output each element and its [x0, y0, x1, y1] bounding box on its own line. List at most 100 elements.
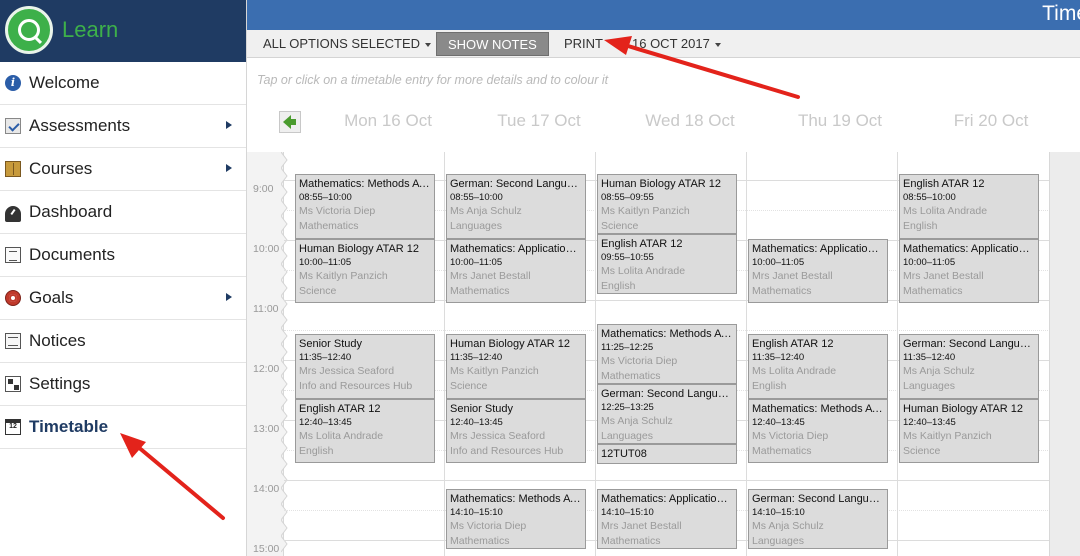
timetable-entry[interactable]: English ATAR 12 08:55–10:00 Ms Lolita An…	[899, 174, 1039, 239]
entry-department: English	[601, 280, 636, 292]
entry-department: Mathematics	[450, 535, 510, 547]
timetable-entry[interactable]: 12TUT08	[597, 444, 737, 464]
entry-teacher: Ms Victoria Diep	[601, 355, 678, 367]
options-dropdown[interactable]: ALL OPTIONS SELECTED	[263, 30, 432, 58]
timetable-entry[interactable]: German: Second Language ATAR 12 08:55–10…	[446, 174, 586, 239]
entry-department: English	[752, 380, 787, 392]
timetable-entry[interactable]: Mathematics: Applications ATAR 12 14:10–…	[597, 489, 737, 549]
sidebar-item-assessments[interactable]: Assessments	[0, 105, 246, 148]
entry-title: German: Second Language ATAR 12	[450, 178, 582, 190]
timetable-entry[interactable]: German: Second Language ATAR 12 11:35–12…	[899, 334, 1039, 399]
entry-title: English ATAR 12	[601, 238, 683, 250]
timetable-entry[interactable]: Human Biology ATAR 12 08:55–09:55 Ms Kai…	[597, 174, 737, 234]
timetable-entry[interactable]: Senior Study 11:35–12:40 Mrs Jessica Sea…	[295, 334, 435, 399]
timetable-entry[interactable]: German: Second Language ATAR 12 14:10–15…	[748, 489, 888, 549]
entry-time: 10:00–11:05	[450, 257, 503, 268]
sidebar-item-notices[interactable]: Notices	[0, 320, 246, 363]
timetable-entry[interactable]: English ATAR 12 11:35–12:40 Ms Lolita An…	[748, 334, 888, 399]
sidebar-item-dashboard[interactable]: Dashboard	[0, 191, 246, 234]
entry-title: English ATAR 12	[752, 338, 834, 350]
chevron-right-icon	[226, 164, 232, 172]
documents-icon	[5, 247, 21, 263]
timetable-entry[interactable]: Mathematics: Methods ATAR 12 12:40–13:45…	[748, 399, 888, 463]
goals-icon	[5, 290, 21, 306]
timetable-entry[interactable]: Mathematics: Applications ATAR 12 10:00–…	[748, 239, 888, 303]
caret-down-icon	[425, 42, 432, 47]
page-title: Time	[1042, 2, 1080, 25]
show-notes-button[interactable]: SHOW NOTES	[436, 32, 549, 56]
entry-department: Mathematics	[601, 370, 661, 382]
sidebar-item-courses[interactable]: Courses	[0, 148, 246, 191]
chevron-right-icon	[226, 121, 232, 129]
sidebar-item-welcome[interactable]: i Welcome	[0, 62, 246, 105]
entry-department: Languages	[903, 380, 955, 392]
entry-department: Science	[450, 380, 488, 392]
entry-time: 08:55–10:00	[450, 192, 503, 203]
entry-department: Science	[601, 220, 639, 232]
timetable-entry[interactable]: Human Biology ATAR 12 11:35–12:40 Ms Kai…	[446, 334, 586, 399]
entry-department: English	[903, 220, 938, 232]
entry-department: Science	[299, 285, 337, 297]
timetable-entry[interactable]: Senior Study 12:40–13:45 Mrs Jessica Sea…	[446, 399, 586, 463]
previous-week-button[interactable]	[279, 111, 301, 133]
entry-department: Info and Resources Hub	[450, 445, 564, 457]
timetable-entry[interactable]: Mathematics: Methods ATAR 12 08:55–10:00…	[295, 174, 435, 239]
entry-department: Languages	[601, 430, 653, 442]
sidebar-item-label: Documents	[29, 245, 115, 264]
entry-title: 12TUT08	[601, 448, 647, 460]
entry-teacher: Mrs Janet Bestall	[450, 270, 531, 282]
timetable-entry[interactable]: Human Biology ATAR 12 10:00–11:05 Ms Kai…	[295, 239, 435, 303]
day-header: Mon 16 Oct	[344, 111, 432, 130]
sidebar-item-settings[interactable]: Settings	[0, 363, 246, 406]
sidebar: Learn i Welcome Assessments Courses Dash…	[0, 0, 247, 556]
entry-time: 11:35–12:40	[752, 352, 805, 363]
sidebar-item-label: Assessments	[29, 116, 131, 135]
entry-time: 11:35–12:40	[450, 352, 503, 363]
print-button[interactable]: PRINT	[564, 30, 603, 58]
entry-title: Mathematics: Applications ATAR 12	[903, 243, 1035, 255]
sidebar-item-label: Notices	[29, 331, 86, 350]
sidebar-nav: i Welcome Assessments Courses Dashboard …	[0, 62, 246, 449]
timetable-entry[interactable]: German: Second Language ATAR 12 12:25–13…	[597, 384, 737, 444]
top-bar: Time	[247, 0, 1080, 30]
time-column-notches	[281, 152, 288, 553]
entry-department: Languages	[450, 220, 502, 232]
entry-title: English ATAR 12	[903, 178, 985, 190]
time-column: 9:00 10:00 11:00 12:00 13:00 14:00 15:00	[247, 152, 288, 556]
entry-department: English	[299, 445, 334, 457]
timetable-entry[interactable]: Mathematics: Applications ATAR 12 10:00–…	[899, 239, 1039, 303]
entry-title: Mathematics: Methods ATAR 12	[601, 328, 733, 340]
timetable-entry[interactable]: English ATAR 12 12:40–13:45 Ms Lolita An…	[295, 399, 435, 463]
entry-time: 12:40–13:45	[752, 417, 805, 428]
date-picker-label: 16 OCT 2017	[632, 36, 710, 51]
timetable-entry[interactable]: Mathematics: Applications ATAR 12 10:00–…	[446, 239, 586, 303]
sidebar-item-goals[interactable]: Goals	[0, 277, 246, 320]
entry-teacher: Ms Victoria Diep	[752, 430, 829, 442]
caret-down-icon	[714, 42, 721, 47]
time-label: 9:00	[253, 183, 274, 195]
timetable-entry[interactable]: Mathematics: Methods ATAR 12 11:25–12:25…	[597, 324, 737, 384]
entry-teacher: Ms Kaitlyn Panzich	[903, 430, 992, 442]
entry-department: Mathematics	[752, 285, 812, 297]
day-header: Tue 17 Oct	[497, 111, 581, 130]
sidebar-item-documents[interactable]: Documents	[0, 234, 246, 277]
weekend-column	[1049, 152, 1080, 556]
sidebar-item-timetable[interactable]: 12 Timetable	[0, 406, 246, 449]
entry-time: 14:10–15:10	[752, 507, 805, 518]
learn-logo-icon[interactable]	[5, 6, 53, 54]
day-column-divider	[444, 152, 445, 556]
date-picker[interactable]: 16 OCT 2017	[632, 30, 721, 58]
timetable-entry[interactable]: Mathematics: Methods ATAR 12 14:10–15:10…	[446, 489, 586, 549]
timetable-entry[interactable]: English ATAR 12 09:55–10:55 Ms Lolita An…	[597, 234, 737, 294]
hour-gridline	[284, 480, 1080, 481]
entry-teacher: Ms Anja Schulz	[450, 205, 522, 217]
entry-title: Human Biology ATAR 12	[903, 403, 1024, 415]
entry-title: Mathematics: Applications ATAR 12	[752, 243, 884, 255]
entry-title: German: Second Language ATAR 12	[752, 493, 884, 505]
timetable-entry[interactable]: Human Biology ATAR 12 12:40–13:45 Ms Kai…	[899, 399, 1039, 463]
entry-department: Info and Resources Hub	[299, 380, 413, 392]
sidebar-item-label: Dashboard	[29, 202, 113, 221]
entry-teacher: Ms Anja Schulz	[752, 520, 824, 532]
entry-teacher: Ms Lolita Andrade	[903, 205, 988, 217]
entry-time: 12:25–13:25	[601, 402, 654, 413]
